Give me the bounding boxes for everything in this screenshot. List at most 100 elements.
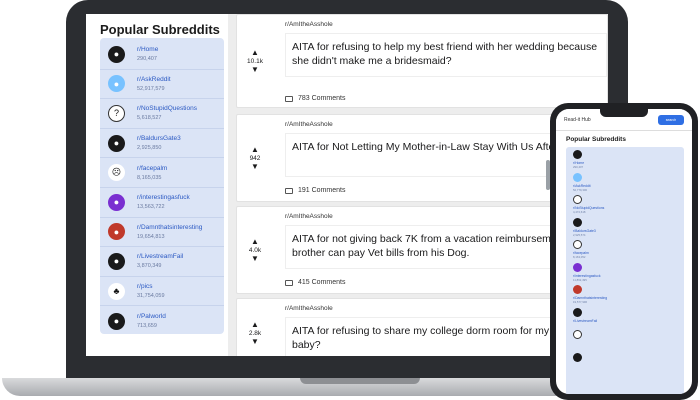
askreddit-icon: ● <box>108 75 125 93</box>
phone-title: Popular Subreddits <box>566 136 626 143</box>
subreddit-item-livestreamfail[interactable]: ● r/LivestreamFail 3,870,349 <box>100 247 224 277</box>
subreddit-name[interactable]: r/LivestreamFail <box>137 253 183 260</box>
phone-subreddit-count: 8,163,052 <box>573 255 586 259</box>
subreddit-member-count: 8,165,035 <box>137 174 162 181</box>
pics-icon <box>573 330 582 339</box>
phone-subreddit-item[interactable]: r/AskReddit 52,779,300 <box>566 170 684 193</box>
phone-subreddit-item[interactable]: r/Home 290,407 <box>566 147 684 170</box>
subreddit-name[interactable]: r/NoStupidQuestions <box>137 105 197 112</box>
downvote-icon[interactable]: ▼ <box>251 65 259 75</box>
phone-subreddit-count: 19,577,996 <box>573 300 587 304</box>
comments-link[interactable]: 783 Comments <box>285 95 345 102</box>
subreddit-item-palworld[interactable]: ● r/Palworld 713,659 <box>100 306 224 336</box>
post-subreddit[interactable]: r/AmItheAsshole <box>285 305 333 312</box>
phone-subreddit-item[interactable] <box>566 350 684 373</box>
phone-subreddit-item[interactable]: r/Damnthatsinteresting 19,577,996 <box>566 282 684 305</box>
phone-subreddit-item[interactable]: r/interestingasfuck 11,862,495 <box>566 260 684 283</box>
subreddit-name[interactable]: r/pics <box>137 283 165 290</box>
phone-screen: Read-it Hub search Popular Subreddits r/… <box>556 109 692 394</box>
upvote-icon[interactable]: ▲ <box>251 145 259 155</box>
reddit-alien-icon <box>573 352 582 362</box>
upvote-icon[interactable]: ▲ <box>251 320 259 330</box>
phone-search-button[interactable]: search <box>658 115 684 125</box>
subreddit-name[interactable]: r/AskReddit <box>137 76 171 83</box>
phone-subreddit-item[interactable]: r/LivestreamFail <box>566 305 684 328</box>
popular-subreddits-sidebar: Popular Subreddits ● r/Home 290,407 ● r/A… <box>86 14 228 356</box>
comments-link[interactable]: 191 Comments <box>285 187 345 194</box>
subreddit-name[interactable]: r/BaldursGate3 <box>137 135 181 142</box>
phone-subreddit-item[interactable]: r/facepalm 8,163,052 <box>566 237 684 260</box>
subreddit-member-count: 3,870,349 <box>137 263 162 270</box>
comments-link[interactable]: 415 Comments <box>285 279 345 286</box>
subreddit-member-count: 5,618,527 <box>137 115 162 122</box>
laptop-notch <box>300 378 420 384</box>
subreddit-name[interactable]: r/facepalm <box>137 165 167 172</box>
vote-column: ▲ 2.8k ▼ <box>237 299 273 356</box>
vote-count: 942 <box>249 154 261 162</box>
post-subreddit[interactable]: r/AmItheAsshole <box>285 21 333 28</box>
device-mockup-stage: Popular Subreddits ● r/Home 290,407 ● r/A… <box>0 0 700 400</box>
interesting-icon: ● <box>108 193 125 211</box>
subreddit-item-pics[interactable]: ♣ r/pics 31,754,059 <box>100 277 224 307</box>
post-title[interactable]: AITA for refusing to help my best friend… <box>285 33 607 77</box>
question-mark-icon <box>573 195 582 204</box>
subreddit-member-count: 52,917,579 <box>137 85 165 92</box>
phone-subreddit-count: 52,779,300 <box>573 187 587 192</box>
vote-column: ▲ 942 ▼ <box>237 115 273 201</box>
subreddit-name[interactable]: r/Palworld <box>137 313 166 320</box>
downvote-icon[interactable]: ▼ <box>251 337 259 347</box>
subreddit-member-count: 13,563,722 <box>137 204 165 211</box>
subreddit-item-home[interactable]: ● r/Home 290,407 <box>100 40 224 70</box>
reddit-alien-icon: ● <box>108 45 125 63</box>
subreddit-item-askreddit[interactable]: ● r/AskReddit 52,917,579 <box>100 70 224 100</box>
subreddit-member-count: 2,925,850 <box>137 145 162 152</box>
askreddit-icon <box>573 172 582 182</box>
post-card[interactable]: ▲ 10.1k ▼ r/AmItheAsshole AITA for refus… <box>236 14 608 108</box>
subreddit-item-nostupidquestions[interactable]: ? r/NoStupidQuestions 5,618,527 <box>100 99 224 129</box>
downvote-icon[interactable]: ▼ <box>251 254 259 264</box>
phone-subreddit-item[interactable]: r/BaldursGate3 2,925,574 <box>566 215 684 238</box>
sidebar-title: Popular Subreddits <box>100 22 220 37</box>
subreddit-member-count: 290,407 <box>137 56 157 63</box>
post-subreddit[interactable]: r/AmItheAsshole <box>285 121 333 128</box>
phone-subreddit-item[interactable] <box>566 327 684 350</box>
vote-count: 10.1k <box>247 57 263 65</box>
laptop-screen: Popular Subreddits ● r/Home 290,407 ● r/A… <box>86 14 608 356</box>
comment-icon <box>285 95 293 102</box>
subreddit-list: ● r/Home 290,407 ● r/AskReddit 52,917,579 … <box>100 38 224 334</box>
reddit-alien-icon <box>573 150 582 159</box>
comment-icon <box>285 279 293 286</box>
phone-frame: Read-it Hub search Popular Subreddits r/… <box>550 103 698 400</box>
reddit-alien-icon <box>573 217 582 227</box>
upvote-icon[interactable]: ▲ <box>251 48 259 58</box>
damn-icon <box>573 285 582 294</box>
upvote-icon[interactable]: ▲ <box>251 237 259 247</box>
phone-subreddit-count: 4,472,618 <box>573 210 586 214</box>
subreddit-member-count: 713,659 <box>137 323 157 330</box>
subreddit-name[interactable]: r/interestingasfuck <box>137 194 190 201</box>
downvote-icon[interactable]: ▼ <box>251 162 259 172</box>
subreddit-item-facepalm[interactable]: ☹ r/facepalm 8,165,035 <box>100 158 224 188</box>
vote-column: ▲ 10.1k ▼ <box>237 15 273 107</box>
subreddit-item-baldursgate3[interactable]: ● r/BaldursGate3 2,925,850 <box>100 129 224 159</box>
vote-count: 4.0k <box>248 246 262 254</box>
post-subreddit[interactable]: r/AmItheAsshole <box>285 213 333 220</box>
phone-subreddit-item[interactable]: r/NoStupidQuestions 4,472,618 <box>566 192 684 215</box>
pics-icon: ♣ <box>108 282 125 300</box>
facepalm-icon: ☹ <box>108 164 125 182</box>
phone-subreddit-count: 11,862,495 <box>573 277 587 282</box>
phone-brand: Read-it Hub <box>564 117 591 123</box>
subreddit-name[interactable]: r/Damnthatsinteresting <box>137 224 202 231</box>
subreddit-item-interestingasfuck[interactable]: ● r/interestingasfuck 13,563,722 <box>100 188 224 218</box>
comment-count: 191 Comments <box>298 187 346 194</box>
question-mark-icon: ? <box>108 104 125 122</box>
facepalm-icon <box>573 240 582 249</box>
subreddit-name[interactable]: r/Home <box>137 46 158 53</box>
subreddit-member-count: 31,754,059 <box>137 293 165 300</box>
phone-subreddit-count: 2,925,574 <box>573 232 586 237</box>
damn-icon: ● <box>108 223 125 241</box>
reddit-alien-icon: ● <box>108 134 125 152</box>
subreddit-member-count: 19,654,813 <box>137 233 165 240</box>
phone-subreddit-name[interactable]: r/LivestreamFail <box>573 319 684 323</box>
subreddit-item-damnthatsinteresting[interactable]: ● r/Damnthatsinteresting 19,654,813 <box>100 218 224 248</box>
